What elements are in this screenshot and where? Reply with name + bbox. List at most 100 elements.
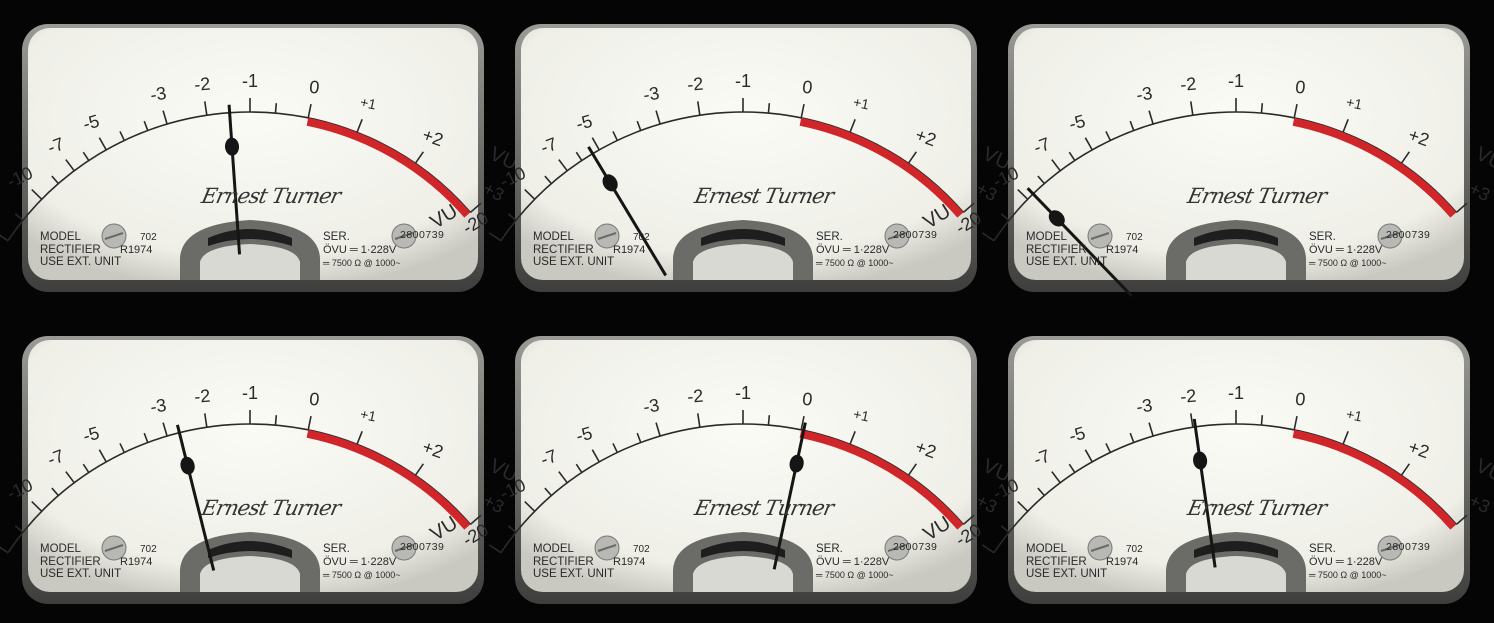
- model-label: MODEL: [533, 543, 574, 555]
- scale-tick-label: -3: [642, 83, 661, 105]
- scale-tick: [0, 234, 9, 242]
- model-label: MODEL: [533, 231, 574, 243]
- scale-tick-label: +3: [1466, 178, 1493, 205]
- rectifier-label: RECTIFIER: [1026, 244, 1087, 256]
- scale-tick: [14, 213, 24, 221]
- scale-tick-label: -1: [1228, 71, 1244, 91]
- model-value: 702: [1126, 544, 1143, 555]
- vu-label-right: VU: [1472, 143, 1494, 175]
- ser-label: SER.: [323, 543, 350, 555]
- scale-tick-label: -1: [242, 383, 258, 403]
- scale-tick-label: -3: [1135, 83, 1154, 105]
- meter-bottom-center: -20 -10 -7 -5 -3 -2 -1 0 +1 +2 +3 VU VU MODEL 702 RECTI…: [426, 336, 1014, 604]
- scale-tick-label: +3: [1466, 490, 1493, 517]
- vu-label-right: VU: [1472, 455, 1494, 487]
- scale-tick: [274, 415, 278, 426]
- ovu-label: ÖVU ═ 1·228V: [323, 244, 397, 256]
- scale-tick-label: -2: [194, 386, 212, 407]
- ext-unit-label: USE EXT. UNIT: [533, 256, 615, 268]
- rectifier-label: RECTIFIER: [40, 556, 101, 568]
- scale-tick-label: -3: [149, 83, 168, 105]
- rectifier-value: R1974: [1106, 556, 1139, 568]
- ser-label: SER.: [323, 231, 350, 243]
- ser-label: SER.: [1309, 231, 1336, 243]
- rectifier-value: R1974: [1106, 244, 1139, 256]
- rectifier-value: R1974: [613, 244, 646, 256]
- model-label: MODEL: [40, 231, 81, 243]
- rectifier-value: R1974: [120, 556, 153, 568]
- scale-tick: [1000, 525, 1010, 533]
- scale-tick: [0, 546, 9, 554]
- scale-tick-label: -2: [687, 74, 705, 95]
- scale-tick: [274, 103, 278, 114]
- model-value: 702: [1126, 232, 1143, 243]
- scale-tick-label: -3: [1135, 395, 1154, 417]
- impedance-label: ═ 7500 Ω @ 1000~: [816, 570, 894, 580]
- maker-signature: Ernest Turner: [692, 184, 836, 208]
- rectifier-label: RECTIFIER: [1026, 556, 1087, 568]
- serial-value: 2800739: [1386, 229, 1431, 241]
- rectifier-label: RECTIFIER: [533, 244, 594, 256]
- impedance-label: ═ 7500 Ω @ 1000~: [1309, 258, 1387, 268]
- scale-tick-label: -2: [1180, 74, 1198, 95]
- serial-value: 2800739: [1386, 541, 1431, 553]
- scale-tick-label: -3: [642, 395, 661, 417]
- ext-unit-label: USE EXT. UNIT: [1026, 568, 1108, 580]
- ext-unit-label: USE EXT. UNIT: [40, 256, 122, 268]
- model-value: 702: [140, 232, 157, 243]
- rectifier-value: R1974: [120, 244, 153, 256]
- rectifier-value: R1974: [613, 556, 646, 568]
- scale-tick-label: -2: [194, 74, 212, 95]
- ext-unit-label: USE EXT. UNIT: [40, 568, 122, 580]
- scale-tick-label: -1: [242, 71, 258, 91]
- meter-top-center: -20 -10 -7 -5 -3 -2 -1 0 +1 +2 +3 VU VU MODEL 702 RECTI…: [426, 24, 1014, 292]
- scale-tick: [507, 213, 517, 221]
- maker-signature: Ernest Turner: [199, 184, 343, 208]
- scale-tick: [767, 415, 771, 426]
- model-label: MODEL: [1026, 231, 1067, 243]
- scale-tick: [767, 103, 771, 114]
- ovu-label: ÖVU ═ 1·228V: [1309, 244, 1383, 256]
- vu-meter-grid: -20-10-7-5-3-2-10+1+2+3VUVUMODEL702RECTI…: [0, 0, 1494, 623]
- ext-unit-label: USE EXT. UNIT: [1026, 256, 1108, 268]
- scale-tick: [488, 544, 502, 554]
- scale-tick-label: -2: [687, 386, 705, 407]
- scale-tick: [488, 232, 502, 242]
- scale-tick-label: -1: [735, 71, 751, 91]
- meter-top-right: -20 -10 -7 -5 -3 -2 -1 0 +1 +2 +3 VU VU MODEL 702 RECTI…: [919, 24, 1494, 298]
- scale-tick-label: -2: [1180, 386, 1198, 407]
- scale-tick-label: -1: [1228, 383, 1244, 403]
- ser-label: SER.: [1309, 543, 1336, 555]
- meter-bottom-right: -20 -10 -7 -5 -3 -2 -1 0 +1 +2 +3 VU VU MODEL 702 RECTI…: [919, 336, 1494, 604]
- model-value: 702: [633, 544, 650, 555]
- ser-label: SER.: [816, 543, 843, 555]
- ovu-label: ÖVU ═ 1·228V: [816, 244, 890, 256]
- scale-tick: [1000, 213, 1010, 221]
- scale-tick: [1260, 103, 1264, 114]
- scale-tick: [14, 525, 24, 533]
- impedance-label: ═ 7500 Ω @ 1000~: [816, 258, 894, 268]
- meter-bottom-left: -20-10-7-5-3-2-10+1+2+3VUVUMODEL702RECTI…: [0, 336, 521, 604]
- meter-top-left: -20-10-7-5-3-2-10+1+2+3VUVUMODEL702RECTI…: [0, 24, 521, 292]
- model-value: 702: [140, 544, 157, 555]
- model-label: MODEL: [40, 543, 81, 555]
- maker-signature: Ernest Turner: [1185, 184, 1329, 208]
- maker-signature: Ernest Turner: [1185, 496, 1329, 520]
- scale-tick-label: -1: [735, 383, 751, 403]
- ser-label: SER.: [816, 231, 843, 243]
- ovu-label: ÖVU ═ 1·228V: [816, 556, 890, 568]
- impedance-label: ═ 7500 Ω @ 1000~: [1309, 570, 1387, 580]
- scale-tick-label: -3: [149, 395, 168, 417]
- scale-tick: [1260, 415, 1264, 426]
- rectifier-label: RECTIFIER: [533, 556, 594, 568]
- scale-tick: [981, 232, 995, 242]
- maker-signature: Ernest Turner: [692, 496, 836, 520]
- ovu-label: ÖVU ═ 1·228V: [323, 556, 397, 568]
- model-value: 702: [633, 232, 650, 243]
- impedance-label: ═ 7500 Ω @ 1000~: [323, 570, 401, 580]
- ovu-label: ÖVU ═ 1·228V: [1309, 556, 1383, 568]
- impedance-label: ═ 7500 Ω @ 1000~: [323, 258, 401, 268]
- scale-tick: [981, 544, 995, 554]
- rectifier-label: RECTIFIER: [40, 244, 101, 256]
- maker-signature: Ernest Turner: [199, 496, 343, 520]
